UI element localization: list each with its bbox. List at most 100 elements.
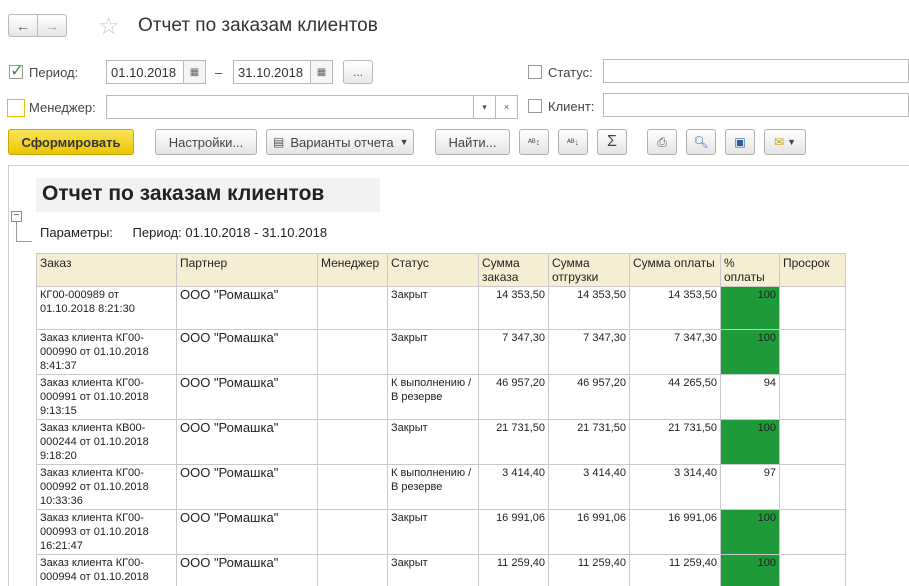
sum-shipment-cell[interactable]: 11 259,40 xyxy=(548,554,630,586)
partner-cell[interactable]: ООО "Ромашка" xyxy=(176,554,318,586)
column-header[interactable]: Сумма оплаты xyxy=(629,253,721,287)
manager-input[interactable] xyxy=(106,95,474,119)
manager-clear-icon[interactable]: × xyxy=(496,95,518,119)
settings-button[interactable]: Настройки... xyxy=(155,129,257,155)
print-preview-icon[interactable]: 🔍︎ xyxy=(686,129,716,155)
sum-order-cell[interactable]: 3 414,40 xyxy=(478,464,549,510)
overdue-cell[interactable] xyxy=(779,464,846,510)
column-header[interactable]: Сумма заказа xyxy=(478,253,549,287)
overdue-cell[interactable] xyxy=(779,286,846,330)
sum-payment-cell[interactable]: 7 347,30 xyxy=(629,329,721,375)
overdue-cell[interactable] xyxy=(779,419,846,465)
table-row[interactable]: Заказ клиента КВ00-000244 от 01.10.2018 … xyxy=(36,419,846,465)
calendar-to-icon[interactable]: ▦ xyxy=(311,60,333,84)
status-cell[interactable]: Закрыт xyxy=(387,419,479,465)
overdue-cell[interactable] xyxy=(779,554,846,586)
back-button[interactable]: ← xyxy=(8,14,38,37)
manager-dropdown-icon[interactable]: ▾ xyxy=(474,95,496,119)
sum-shipment-cell[interactable]: 46 957,20 xyxy=(548,374,630,420)
payment-percent-cell[interactable]: 100 xyxy=(720,286,780,330)
table-row[interactable]: Заказ клиента КГ00-000994 от 01.10.2018 … xyxy=(36,554,846,586)
sum-payment-cell[interactable]: 3 314,40 xyxy=(629,464,721,510)
partner-cell[interactable]: ООО "Ромашка" xyxy=(176,419,318,465)
manager-cell[interactable] xyxy=(317,374,388,420)
status-input[interactable] xyxy=(603,59,909,83)
status-cell[interactable]: К выполнению / В резерве xyxy=(387,374,479,420)
order-cell[interactable]: Заказ клиента КГ00-000994 от 01.10.2018 … xyxy=(36,554,177,586)
report-variants-button[interactable]: ▤ Варианты отчета ▼ xyxy=(266,129,414,155)
sort-descending-icon[interactable]: ᴬᴮ↓ xyxy=(558,129,588,155)
date-from-input[interactable]: 01.10.2018 xyxy=(106,60,184,84)
manager-cell[interactable] xyxy=(317,419,388,465)
status-cell[interactable]: Закрыт xyxy=(387,509,479,555)
payment-percent-cell[interactable]: 100 xyxy=(720,509,780,555)
sum-order-cell[interactable]: 7 347,30 xyxy=(478,329,549,375)
payment-percent-cell[interactable]: 94 xyxy=(720,374,780,420)
column-header[interactable]: Сумма отгрузки xyxy=(548,253,630,287)
forward-button[interactable]: → xyxy=(37,14,67,37)
manager-cell[interactable] xyxy=(317,554,388,586)
send-email-icon[interactable]: ✉ ▼ xyxy=(764,129,806,155)
table-row[interactable]: Заказ клиента КГ00-000991 от 01.10.2018 … xyxy=(36,374,846,420)
partner-cell[interactable]: ООО "Ромашка" xyxy=(176,329,318,375)
sum-order-cell[interactable]: 11 259,40 xyxy=(478,554,549,586)
sort-ascending-icon[interactable]: ᴬᴮ↕ xyxy=(519,129,549,155)
sum-shipment-cell[interactable]: 7 347,30 xyxy=(548,329,630,375)
overdue-cell[interactable] xyxy=(779,509,846,555)
sum-payment-cell[interactable]: 16 991,06 xyxy=(629,509,721,555)
status-cell[interactable]: Закрыт xyxy=(387,554,479,586)
status-cell[interactable]: К выполнению / В резерве xyxy=(387,464,479,510)
manager-checkbox[interactable] xyxy=(7,99,25,117)
table-row[interactable]: Заказ клиента КГ00-000992 от 01.10.2018 … xyxy=(36,464,846,510)
table-row[interactable]: КГ00-000989 от 01.10.2018 8:21:30 ООО "Ро… xyxy=(36,286,846,330)
favorite-star-icon[interactable]: ☆ xyxy=(98,12,120,41)
manager-cell[interactable] xyxy=(317,286,388,330)
calendar-from-icon[interactable]: ▦ xyxy=(184,60,206,84)
partner-cell[interactable]: ООО "Ромашка" xyxy=(176,509,318,555)
order-cell[interactable]: Заказ клиента КГ00-000993 от 01.10.2018 … xyxy=(36,509,177,555)
collapse-group-icon[interactable]: − xyxy=(11,211,22,222)
column-header[interactable]: % оплаты xyxy=(720,253,780,287)
table-row[interactable]: Заказ клиента КГ00-000993 от 01.10.2018 … xyxy=(36,509,846,555)
column-header[interactable]: Статус xyxy=(387,253,479,287)
generate-button[interactable]: Сформировать xyxy=(8,129,134,155)
order-cell[interactable]: Заказ клиента КГ00-000990 от 01.10.2018 … xyxy=(36,329,177,375)
column-header[interactable]: Заказ xyxy=(36,253,177,287)
order-cell[interactable]: Заказ клиента КГ00-000991 от 01.10.2018 … xyxy=(36,374,177,420)
sum-shipment-cell[interactable]: 3 414,40 xyxy=(548,464,630,510)
status-checkbox[interactable] xyxy=(528,65,542,79)
table-row[interactable]: Заказ клиента КГ00-000990 от 01.10.2018 … xyxy=(36,329,846,375)
column-header[interactable]: Просрок xyxy=(779,253,846,287)
payment-percent-cell[interactable]: 100 xyxy=(720,419,780,465)
sum-payment-cell[interactable]: 21 731,50 xyxy=(629,419,721,465)
period-select-button[interactable]: ... xyxy=(343,60,373,84)
client-input[interactable] xyxy=(603,93,909,117)
payment-percent-cell[interactable]: 97 xyxy=(720,464,780,510)
sum-shipment-cell[interactable]: 16 991,06 xyxy=(548,509,630,555)
payment-percent-cell[interactable]: 100 xyxy=(720,554,780,586)
partner-cell[interactable]: ООО "Ромашка" xyxy=(176,286,318,330)
sum-order-cell[interactable]: 14 353,50 xyxy=(478,286,549,330)
overdue-cell[interactable] xyxy=(779,374,846,420)
sum-order-cell[interactable]: 21 731,50 xyxy=(478,419,549,465)
overdue-cell[interactable] xyxy=(779,329,846,375)
manager-cell[interactable] xyxy=(317,329,388,375)
manager-cell[interactable] xyxy=(317,509,388,555)
manager-cell[interactable] xyxy=(317,464,388,510)
sum-icon[interactable]: Σ xyxy=(597,129,627,155)
sum-payment-cell[interactable]: 14 353,50 xyxy=(629,286,721,330)
sum-order-cell[interactable]: 16 991,06 xyxy=(478,509,549,555)
order-cell[interactable]: Заказ клиента КГ00-000992 от 01.10.2018 … xyxy=(36,464,177,510)
period-checkbox[interactable] xyxy=(9,61,24,81)
find-button[interactable]: Найти... xyxy=(435,129,510,155)
client-checkbox[interactable] xyxy=(528,99,542,113)
save-icon[interactable]: ▣ xyxy=(725,129,755,155)
status-cell[interactable]: Закрыт xyxy=(387,329,479,375)
payment-percent-cell[interactable]: 100 xyxy=(720,329,780,375)
date-to-input[interactable]: 31.10.2018 xyxy=(233,60,311,84)
partner-cell[interactable]: ООО "Ромашка" xyxy=(176,464,318,510)
sum-shipment-cell[interactable]: 14 353,50 xyxy=(548,286,630,330)
order-cell[interactable]: КГ00-000989 от 01.10.2018 8:21:30 xyxy=(36,286,177,330)
sum-shipment-cell[interactable]: 21 731,50 xyxy=(548,419,630,465)
sum-payment-cell[interactable]: 11 259,40 xyxy=(629,554,721,586)
